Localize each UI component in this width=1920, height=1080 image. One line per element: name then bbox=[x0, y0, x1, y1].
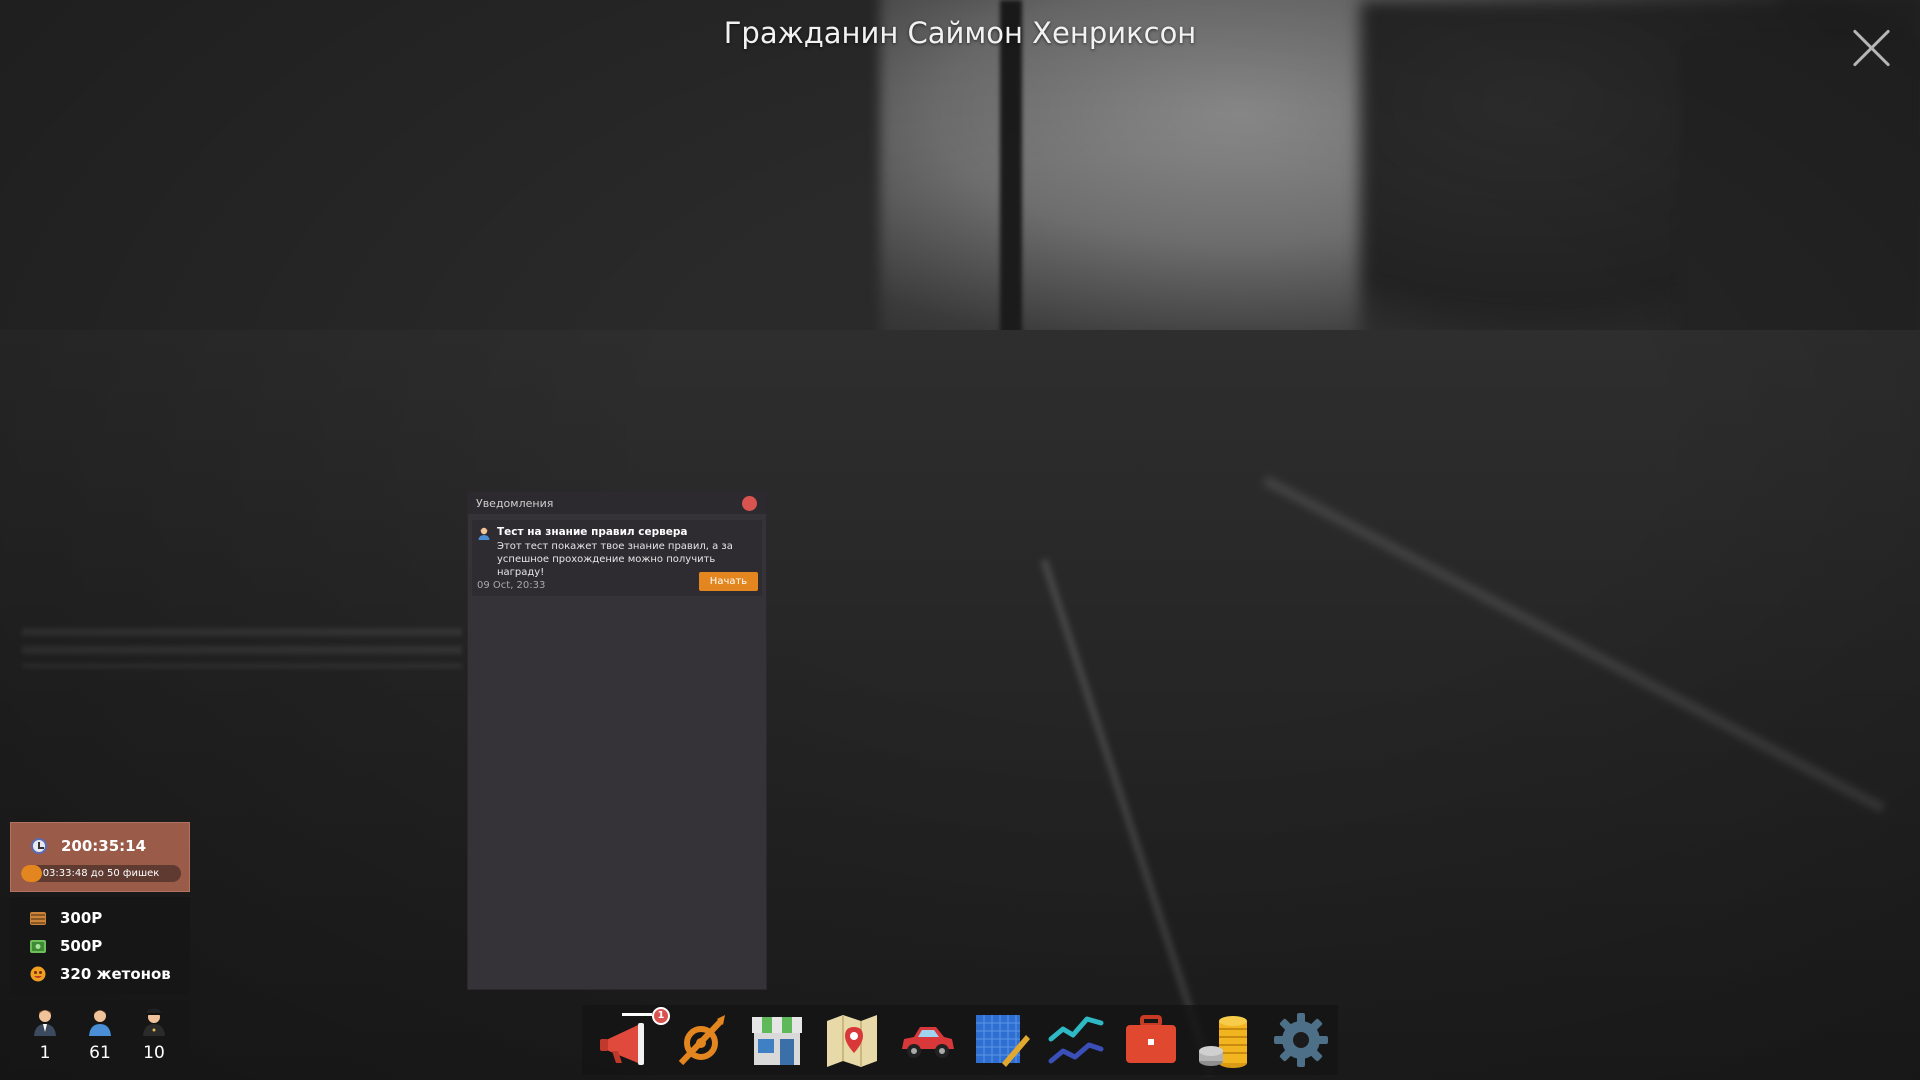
start-test-button[interactable]: Начать bbox=[699, 572, 758, 591]
main-menu-toolbar: 1 bbox=[582, 1005, 1338, 1075]
map-icon bbox=[826, 1015, 877, 1067]
notifications-title: Уведомления bbox=[476, 496, 554, 510]
tokens-value: 320 жетонов bbox=[60, 965, 171, 983]
stats-graph-icon bbox=[1048, 1016, 1104, 1064]
gang-emblem-icon bbox=[679, 1015, 726, 1066]
close-menu-button[interactable] bbox=[1850, 26, 1894, 70]
toolbar-gang-button[interactable] bbox=[665, 1007, 740, 1073]
person-icon bbox=[478, 527, 490, 540]
megaphone-icon bbox=[600, 1013, 653, 1065]
player-name-title: Гражданин Саймон Хенриксон bbox=[723, 16, 1197, 50]
money-panel: 300Р 500Р 320 жетонов bbox=[10, 897, 190, 995]
online-citizens-count: 61 bbox=[89, 1043, 111, 1063]
businessman-icon bbox=[34, 1010, 56, 1036]
token-face-icon bbox=[30, 966, 46, 982]
online-admins-count: 1 bbox=[39, 1043, 51, 1063]
toolbar-stats-button[interactable] bbox=[1039, 1007, 1114, 1073]
game-world-background bbox=[0, 0, 1920, 1080]
toolbar-property-button[interactable] bbox=[964, 1007, 1039, 1073]
chips-progress-bar: 03:33:48 до 50 фишек bbox=[21, 865, 181, 882]
notification-item: Тест на знание правил сервера Этот тест … bbox=[472, 520, 762, 596]
toolbar-donate-button[interactable] bbox=[1188, 1007, 1263, 1073]
online-admins: 1 bbox=[25, 1008, 65, 1063]
banknote-icon bbox=[30, 939, 46, 953]
toolbar-jobs-button[interactable] bbox=[1114, 1007, 1189, 1073]
toolbar-map-button[interactable] bbox=[814, 1007, 889, 1073]
notifications-close-button[interactable] bbox=[742, 496, 757, 511]
car-icon bbox=[901, 1027, 954, 1058]
notifications-header: Уведомления bbox=[468, 492, 766, 514]
notification-date: 09 Oct, 20:33 bbox=[477, 580, 546, 591]
police-officer-icon bbox=[143, 1008, 165, 1036]
cash-value: 300Р bbox=[60, 909, 103, 927]
briefcase-icon bbox=[1125, 1015, 1176, 1063]
toolbar-notifications-button[interactable]: 1 bbox=[590, 1007, 670, 1073]
playtime-value: 200:35:14 bbox=[61, 837, 147, 855]
money-row-tokens: 320 жетонов bbox=[30, 965, 171, 983]
bank-value: 500Р bbox=[60, 937, 103, 955]
shop-icon bbox=[751, 1017, 802, 1065]
notifications-panel: Уведомления Тест на знание правил сервер… bbox=[467, 491, 767, 990]
blueprint-ruler-icon bbox=[976, 1015, 1031, 1067]
online-police-count: 10 bbox=[143, 1043, 165, 1063]
playtime-row: 200:35:14 bbox=[31, 837, 146, 855]
money-row-bank: 500Р bbox=[30, 937, 102, 955]
toolbar-settings-button[interactable] bbox=[1263, 1007, 1338, 1073]
settings-gear-icon bbox=[1273, 1013, 1328, 1067]
vignette bbox=[0, 0, 1920, 1080]
citizen-icon bbox=[89, 1010, 111, 1036]
online-citizens: 61 bbox=[80, 1008, 120, 1063]
online-police: 10 bbox=[134, 1008, 174, 1063]
chips-progress-text: 03:33:48 до 50 фишек bbox=[42, 868, 160, 879]
playtime-panel: 200:35:14 03:33:48 до 50 фишек bbox=[10, 822, 190, 892]
online-players-panel: 1 61 10 bbox=[10, 1000, 190, 1070]
coins-icon bbox=[1198, 1016, 1247, 1068]
notification-title: Тест на знание правил сервера bbox=[497, 526, 688, 538]
toolbar-vehicles-button[interactable] bbox=[889, 1007, 964, 1073]
money-row-cash: 300Р bbox=[30, 909, 102, 927]
toolbar-shop-button[interactable] bbox=[740, 1007, 815, 1073]
clock-icon bbox=[31, 838, 47, 854]
cash-stack-icon bbox=[30, 911, 46, 925]
